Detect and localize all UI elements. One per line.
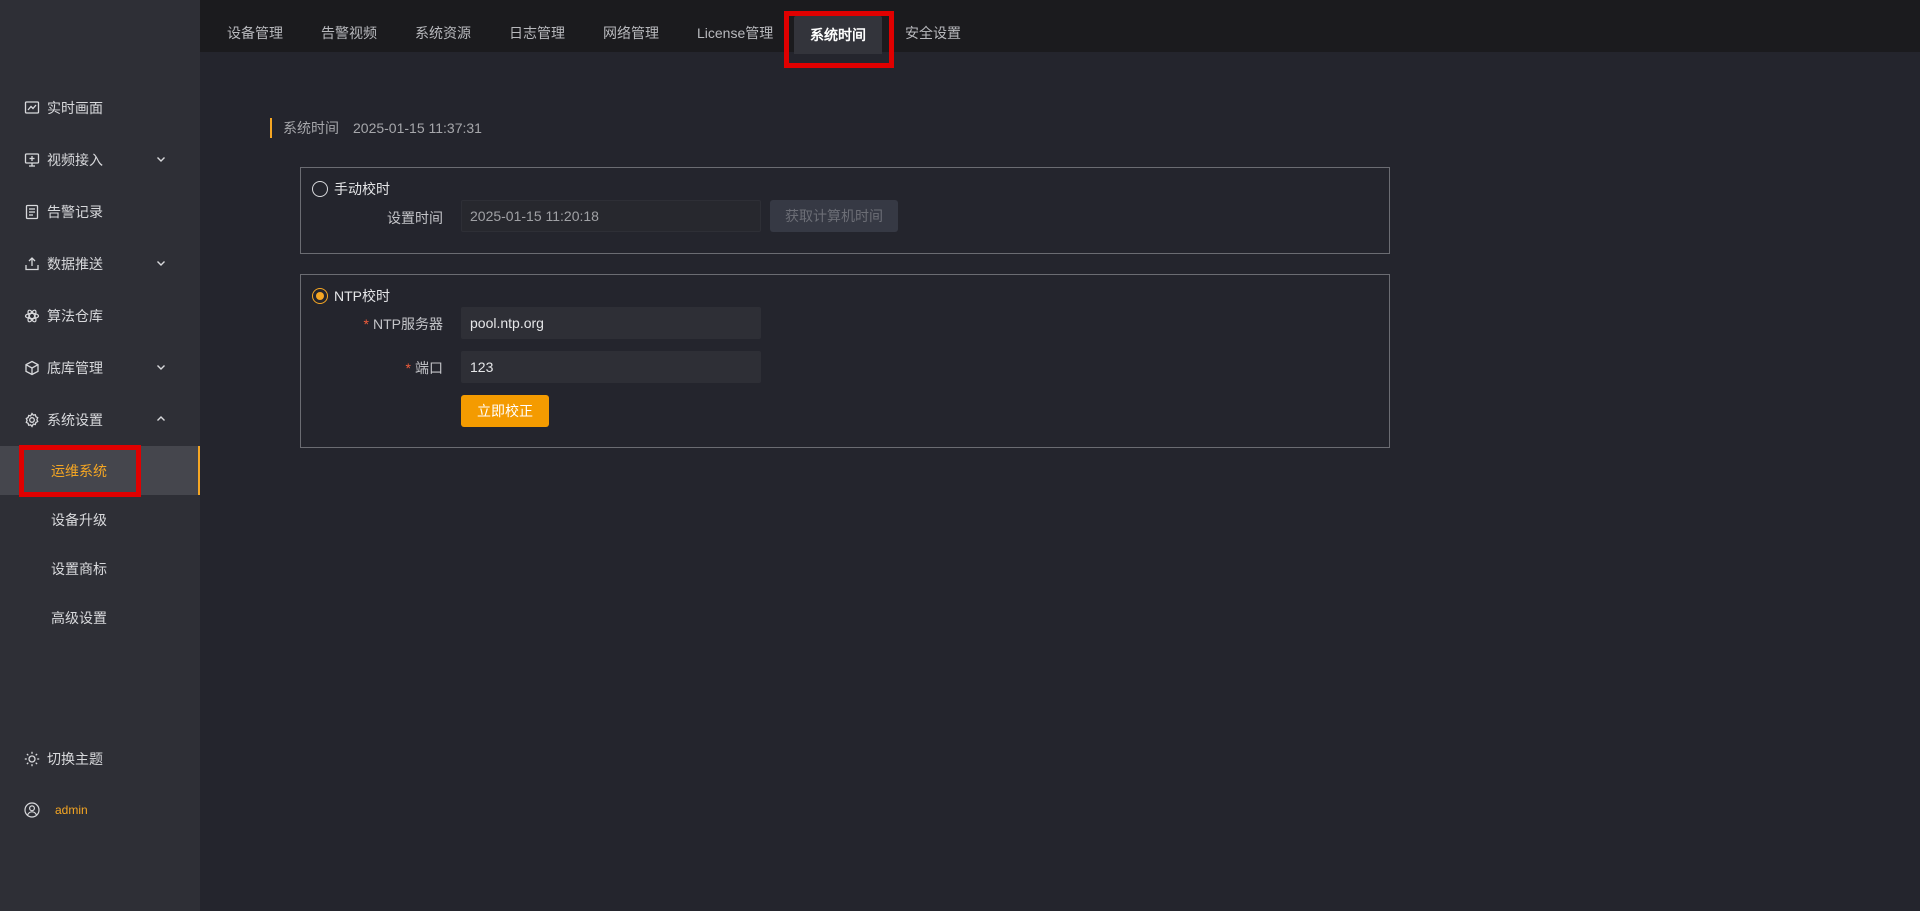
gear-icon: [23, 411, 41, 429]
sidebar-item-label: 告警记录: [47, 204, 103, 220]
ntp-time-radio[interactable]: NTP校时: [312, 286, 390, 306]
get-computer-time-button[interactable]: 获取计算机时间: [770, 200, 898, 232]
chevron-down-icon: [157, 261, 165, 266]
user-name: admin: [55, 803, 88, 817]
set-time-input[interactable]: 2025-01-15 11:20:18: [461, 200, 761, 232]
sidebar-item-alarm-records[interactable]: 告警记录: [0, 190, 200, 234]
sidebar-item-label: 系统设置: [47, 412, 103, 428]
sun-icon: [23, 750, 41, 768]
upload-icon: [23, 255, 41, 273]
manual-time-radio-label: 手动校时: [334, 181, 390, 197]
sidebar-item-label: 视频接入: [47, 152, 103, 168]
sidebar-item-live-view[interactable]: 实时画面: [0, 86, 200, 130]
theme-switch[interactable]: 切换主题: [0, 737, 200, 781]
tab-system-resources[interactable]: 系统资源: [415, 14, 471, 52]
chart-line-icon: [23, 99, 41, 117]
ntp-server-label: * NTP服务器: [363, 316, 443, 332]
sidebar-item-label: 实时画面: [47, 100, 103, 116]
tab-network-management[interactable]: 网络管理: [603, 14, 659, 52]
submenu-item-ops-system[interactable]: 运维系统: [0, 446, 200, 495]
cube-icon: [23, 359, 41, 377]
sidebar-item-video-input[interactable]: 视频接入: [0, 138, 200, 182]
tab-device-management[interactable]: 设备管理: [227, 14, 283, 52]
submenu-item-device-upgrade[interactable]: 设备升级: [0, 495, 200, 544]
sidebar: 实时画面 视频接入 告警记录 数据推送 算法仓库 底库管理 系统设置 运维系统 …: [0, 0, 200, 911]
user-avatar-icon: [23, 801, 41, 819]
sidebar-item-library-management[interactable]: 底库管理: [0, 346, 200, 390]
submenu-item-label: 设备升级: [51, 511, 107, 528]
tab-log-management[interactable]: 日志管理: [509, 14, 565, 52]
tab-license-management[interactable]: License管理: [697, 14, 773, 52]
tab-alarm-video[interactable]: 告警视频: [321, 14, 377, 52]
document-icon: [23, 203, 41, 221]
submenu-item-label: 高级设置: [51, 609, 107, 626]
chevron-down-icon: [157, 365, 165, 370]
radio-checked-icon: [312, 288, 328, 304]
submenu-item-label: 运维系统: [51, 462, 107, 479]
sidebar-item-algorithm-store[interactable]: 算法仓库: [0, 294, 200, 338]
sidebar-item-label: 算法仓库: [47, 308, 103, 324]
chevron-down-icon: [157, 157, 165, 162]
sidebar-item-label: 底库管理: [47, 360, 103, 376]
manual-time-panel: 手动校时 设置时间 2025-01-15 11:20:18 获取计算机时间: [300, 167, 1390, 254]
theme-switch-label: 切换主题: [47, 751, 103, 767]
sidebar-item-data-push[interactable]: 数据推送: [0, 242, 200, 286]
submenu-item-advanced-settings[interactable]: 高级设置: [0, 593, 200, 642]
set-time-label: 设置时间: [387, 210, 443, 226]
ntp-time-panel: NTP校时 * NTP服务器 pool.ntp.org * 端口 123 立即校正: [300, 274, 1390, 448]
sidebar-item-system-settings[interactable]: 系统设置: [0, 398, 200, 442]
atom-icon: [23, 307, 41, 325]
system-time-value: 2025-01-15 11:37:31: [353, 120, 482, 136]
port-label: * 端口: [405, 360, 443, 376]
apply-sync-button[interactable]: 立即校正: [461, 395, 549, 427]
top-tab-bar: 设备管理 告警视频 系统资源 日志管理 网络管理 License管理 系统时间 …: [200, 0, 1920, 54]
system-time-header: 系统时间 2025-01-15 11:37:31: [270, 118, 482, 138]
radio-unchecked-icon: [312, 181, 328, 197]
port-input[interactable]: 123: [461, 351, 761, 383]
submenu-item-set-logo[interactable]: 设置商标: [0, 544, 200, 593]
manual-time-radio[interactable]: 手动校时: [312, 179, 390, 199]
monitor-icon: [23, 151, 41, 169]
chevron-up-icon: [157, 416, 165, 421]
system-time-label: 系统时间: [283, 120, 339, 136]
sidebar-item-label: 数据推送: [47, 256, 103, 272]
ntp-time-radio-label: NTP校时: [334, 288, 390, 304]
required-mark: *: [363, 316, 369, 332]
tab-system-time[interactable]: 系统时间: [794, 16, 882, 54]
tab-security-settings[interactable]: 安全设置: [905, 14, 961, 52]
ntp-server-input[interactable]: pool.ntp.org: [461, 307, 761, 339]
user-menu[interactable]: admin: [0, 788, 200, 832]
submenu-item-label: 设置商标: [51, 560, 107, 577]
required-mark: *: [405, 360, 411, 376]
